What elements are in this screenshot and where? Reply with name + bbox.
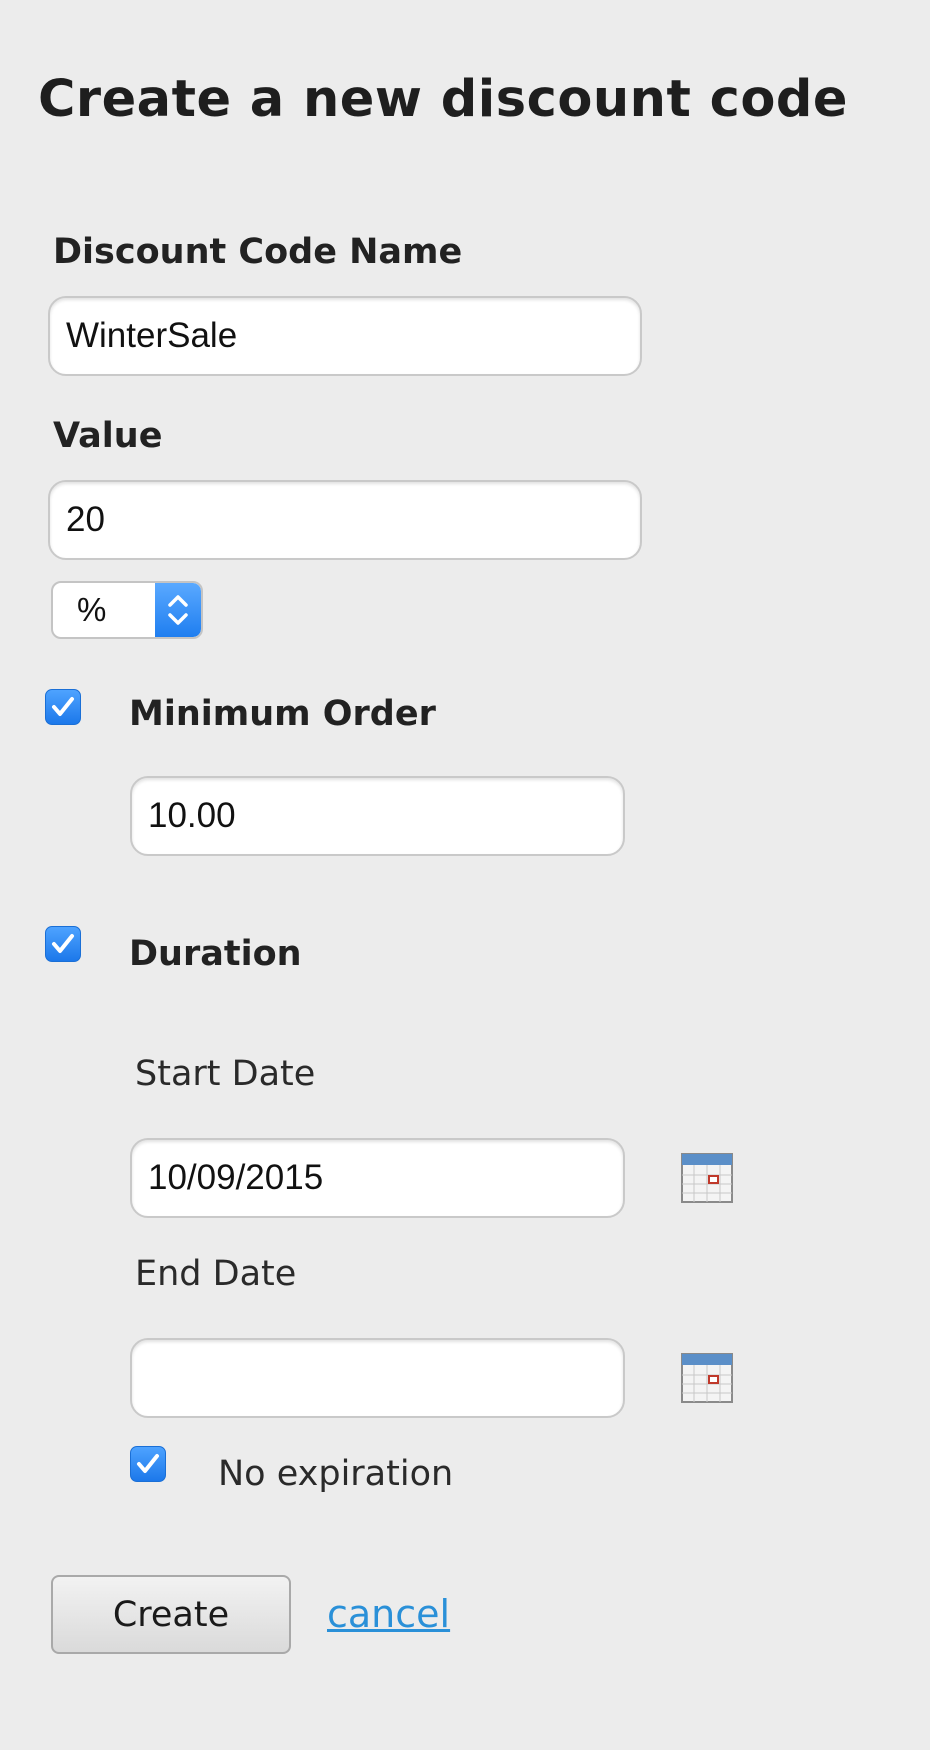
value-unit-selected: % — [77, 591, 107, 628]
checkmark-icon — [52, 697, 74, 716]
duration-label: Duration — [129, 934, 302, 974]
discount-code-name-label: Discount Code Name — [53, 232, 463, 272]
end-date-label: End Date — [135, 1254, 297, 1294]
minimum-order-checkbox[interactable] — [45, 689, 81, 725]
value-input[interactable] — [48, 480, 642, 560]
duration-checkbox[interactable] — [45, 926, 81, 962]
checkmark-icon — [137, 1454, 159, 1473]
calendar-icon[interactable] — [681, 1353, 733, 1403]
discount-code-name-input[interactable] — [48, 296, 642, 376]
checkmark-icon — [52, 934, 74, 953]
create-button[interactable]: Create — [51, 1575, 291, 1654]
start-date-label: Start Date — [135, 1054, 316, 1094]
calendar-icon[interactable] — [681, 1153, 733, 1203]
end-date-input[interactable] — [130, 1338, 625, 1418]
page-title: Create a new discount code — [38, 70, 848, 129]
value-unit-select[interactable]: % — [51, 581, 203, 639]
cancel-link[interactable]: cancel — [327, 1592, 450, 1636]
minimum-order-input[interactable] — [130, 776, 625, 856]
start-date-input[interactable] — [130, 1138, 625, 1218]
value-label: Value — [53, 416, 163, 456]
minimum-order-label: Minimum Order — [129, 694, 436, 734]
no-expiration-label: No expiration — [218, 1454, 454, 1494]
chevron-up-down-icon — [155, 583, 201, 637]
no-expiration-checkbox[interactable] — [130, 1446, 166, 1482]
